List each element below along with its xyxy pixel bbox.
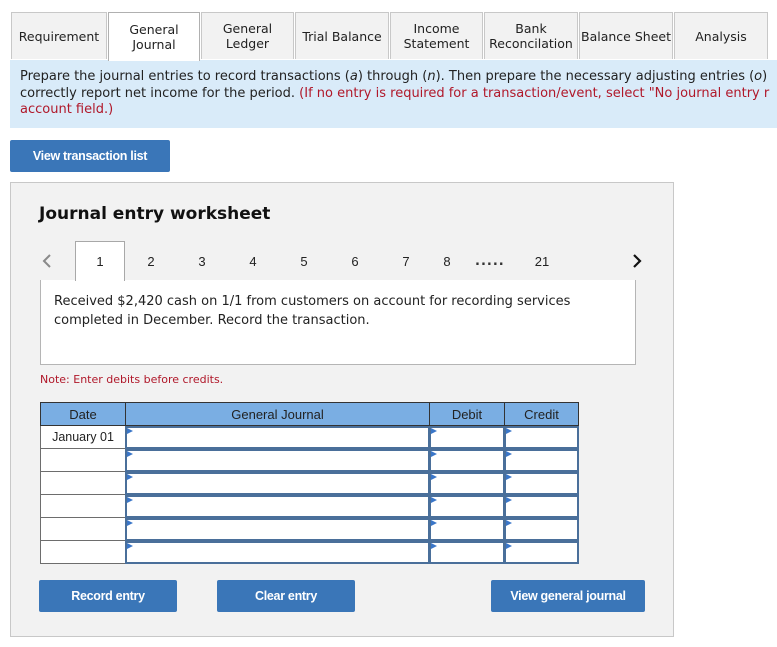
prev-page-button[interactable]	[37, 243, 57, 279]
account-input[interactable]	[125, 541, 430, 564]
instructions-line-2: correctly report net income for the peri…	[20, 86, 777, 103]
credit-input[interactable]	[504, 472, 579, 495]
tab-general-ledger[interactable]: General Ledger	[201, 12, 294, 59]
page-1[interactable]: 1	[75, 241, 125, 281]
tab-income-statement[interactable]: Income Statement	[390, 12, 483, 59]
view-transaction-list-button[interactable]: View transaction list	[10, 140, 170, 172]
debit-input[interactable]	[429, 541, 505, 564]
tab-analysis[interactable]: Analysis	[674, 12, 768, 59]
tab-balance-sheet[interactable]: Balance Sheet	[579, 12, 673, 59]
debit-input[interactable]	[429, 518, 505, 541]
page-6[interactable]: 6	[330, 241, 380, 281]
date-cell: January 01	[40, 426, 126, 449]
credit-input[interactable]	[504, 449, 579, 472]
instructions-line-1: Prepare the journal entries to record tr…	[20, 69, 768, 84]
header-general-journal: General Journal	[125, 402, 430, 426]
instructions-panel: Prepare the journal entries to record tr…	[10, 60, 777, 128]
header-debit: Debit	[429, 402, 505, 426]
page-3[interactable]: 3	[177, 241, 227, 281]
instructions-hint-cont: account field.)	[20, 102, 114, 117]
debit-input[interactable]	[429, 449, 505, 472]
tab-label: Bank Reconcilation	[489, 21, 573, 51]
page-8[interactable]: 8	[432, 241, 462, 281]
credit-input[interactable]	[504, 495, 579, 518]
pager-ellipsis: .....	[475, 253, 505, 269]
clear-entry-button[interactable]: Clear entry	[217, 580, 355, 612]
account-input[interactable]	[125, 518, 430, 541]
credit-input[interactable]	[504, 541, 579, 564]
credit-input[interactable]	[504, 426, 579, 449]
tab-label: Income Statement	[403, 21, 470, 51]
transaction-description: Received $2,420 cash on 1/1 from custome…	[40, 280, 636, 365]
account-input[interactable]	[125, 472, 430, 495]
debits-note: Note: Enter debits before credits.	[40, 373, 224, 386]
date-cell	[40, 449, 126, 472]
tab-label: General Journal	[129, 22, 179, 52]
instructions-text: correctly report net income for the peri…	[20, 85, 300, 101]
journal-entry-worksheet: Journal entry worksheet 1 2 3 4 5 6 7 8 …	[10, 182, 674, 637]
tab-bank-reconcilation[interactable]: Bank Reconcilation	[484, 12, 578, 59]
header-date: Date	[40, 402, 126, 426]
account-input[interactable]	[125, 449, 430, 472]
credit-input[interactable]	[504, 518, 579, 541]
debit-input[interactable]	[429, 426, 505, 449]
date-cell	[40, 518, 126, 541]
worksheet-title: Journal entry worksheet	[39, 204, 271, 224]
date-cell	[40, 495, 126, 518]
debit-input[interactable]	[429, 472, 505, 495]
tab-general-journal[interactable]: General Journal	[108, 12, 200, 61]
account-input[interactable]	[125, 495, 430, 518]
account-input[interactable]	[125, 426, 430, 449]
header-credit: Credit	[504, 402, 579, 426]
date-cell	[40, 472, 126, 495]
chevron-right-icon	[633, 254, 642, 268]
instructions-hint: (If no entry is required for a transacti…	[299, 85, 770, 101]
debit-input[interactable]	[429, 495, 505, 518]
chevron-left-icon	[42, 254, 51, 268]
page-7[interactable]: 7	[381, 241, 431, 281]
page-4[interactable]: 4	[228, 241, 278, 281]
tab-label: General Ledger	[222, 21, 273, 51]
date-cell	[40, 541, 126, 564]
record-entry-button[interactable]: Record entry	[39, 580, 177, 612]
page-2[interactable]: 2	[126, 241, 176, 281]
view-general-journal-button[interactable]: View general journal	[491, 580, 645, 612]
tab-trial-balance[interactable]: Trial Balance	[295, 12, 389, 59]
page-21[interactable]: 21	[517, 241, 567, 281]
page-5[interactable]: 5	[279, 241, 329, 281]
tab-requirement[interactable]: Requirement	[11, 12, 107, 59]
next-page-button[interactable]	[627, 243, 647, 279]
